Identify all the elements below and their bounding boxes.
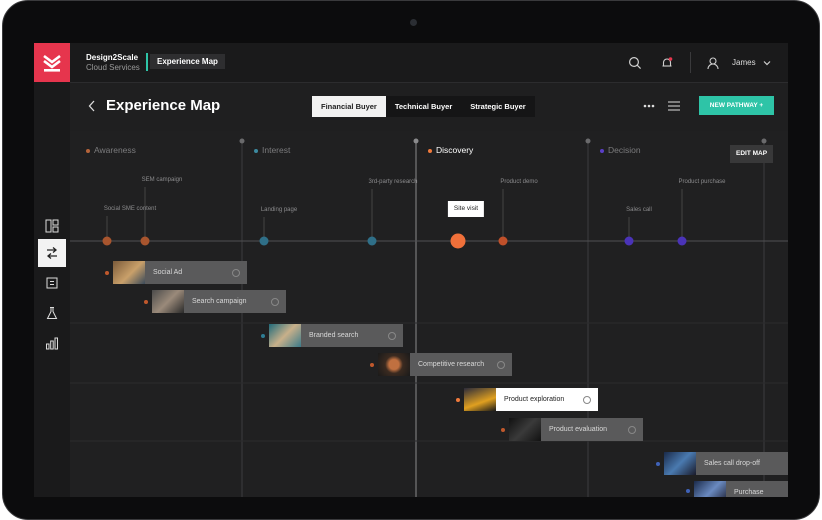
chevron-down-icon[interactable]: [762, 58, 772, 68]
card-dot: [144, 300, 148, 304]
touchpoint-node[interactable]: [102, 236, 112, 246]
back-icon[interactable]: [87, 99, 97, 113]
card-label: Social Ad: [153, 269, 183, 276]
brand-name: Design2Scale: [86, 53, 139, 62]
card-search-campaign[interactable]: Search campaign: [152, 290, 286, 313]
app-screen: Design2Scale Cloud Services Experience M…: [34, 43, 788, 497]
card-thumbnail: [269, 324, 301, 347]
touchpoint-node[interactable]: [498, 236, 508, 246]
card-label: Product evaluation: [549, 426, 607, 433]
camera-icon: [410, 19, 417, 26]
card-thumbnail: [152, 290, 184, 313]
user-icon[interactable]: [706, 56, 720, 70]
card-thumbnail: [464, 388, 496, 411]
touchpoint-node[interactable]: [677, 236, 687, 246]
brand-subtitle: Cloud Services: [86, 63, 140, 72]
list-view-icon[interactable]: [668, 101, 680, 111]
touchpoint-node-active[interactable]: [450, 233, 466, 249]
card-dot: [456, 398, 460, 402]
card-label: Product exploration: [504, 396, 565, 403]
card-thumbnail: [113, 261, 145, 284]
info-icon[interactable]: [232, 268, 240, 277]
card-thumbnail: [509, 418, 541, 441]
card-label: Purchase: [734, 489, 764, 496]
card-thumbnail: [378, 353, 410, 376]
card-label: Search campaign: [192, 298, 247, 305]
card-sales-call-drop-off[interactable]: Sales call drop-off: [664, 452, 788, 475]
card-social-ad[interactable]: Social Ad: [113, 261, 247, 284]
touchpoint-node[interactable]: [624, 236, 634, 246]
card-dot: [686, 489, 690, 493]
info-icon[interactable]: [271, 297, 279, 306]
card-branded-search[interactable]: Branded search: [269, 324, 403, 347]
card-dot: [261, 334, 265, 338]
page-title: Experience Map: [106, 97, 221, 114]
topbar-divider: [690, 52, 691, 73]
sidebar: [34, 82, 70, 497]
user-name[interactable]: James: [732, 58, 756, 67]
flask-icon[interactable]: [38, 299, 66, 327]
info-icon[interactable]: [388, 331, 396, 340]
more-icon[interactable]: [643, 104, 655, 108]
card-thumbnail: [694, 481, 726, 497]
card-product-evaluation[interactable]: Product evaluation: [509, 418, 643, 441]
bell-icon[interactable]: [660, 56, 674, 70]
card-label: Branded search: [309, 332, 359, 339]
tab-technical-buyer[interactable]: Technical Buyer: [386, 96, 461, 117]
info-icon[interactable]: [497, 360, 505, 369]
card-dot: [105, 271, 109, 275]
info-icon[interactable]: [628, 425, 636, 434]
frame-icon[interactable]: [38, 269, 66, 297]
touchpoint-node[interactable]: [259, 236, 269, 246]
breadcrumb[interactable]: Experience Map: [150, 54, 225, 69]
new-pathway-button[interactable]: NEW PATHWAY +: [699, 96, 774, 115]
logo-icon[interactable]: [34, 43, 70, 82]
search-icon[interactable]: [628, 56, 642, 70]
tab-financial-buyer[interactable]: Financial Buyer: [312, 96, 386, 117]
card-dot: [370, 363, 374, 367]
card-dot: [656, 462, 660, 466]
top-bar: Design2Scale Cloud Services Experience M…: [34, 43, 788, 83]
card-product-exploration[interactable]: Product exploration: [464, 388, 598, 411]
touchpoint-node[interactable]: [140, 236, 150, 246]
dashboard-icon[interactable]: [38, 212, 66, 240]
persona-tabs: Financial Buyer Technical Buyer Strategi…: [312, 96, 535, 117]
card-label: Sales call drop-off: [704, 460, 760, 467]
map-canvas: Awareness Interest Discovery Decision So…: [70, 131, 788, 497]
timeline-nodes: [102, 233, 687, 249]
card-competitive-research[interactable]: Competitive research: [378, 353, 512, 376]
breadcrumb-accent: [146, 53, 148, 71]
bar-chart-icon[interactable]: [38, 329, 66, 357]
card-dot: [501, 428, 505, 432]
pathways-icon[interactable]: [38, 239, 66, 267]
tab-strategic-buyer[interactable]: Strategic Buyer: [461, 96, 534, 117]
card-thumbnail: [664, 452, 696, 475]
card-purchase[interactable]: Purchase: [694, 481, 788, 497]
edit-map-button[interactable]: EDIT MAP: [730, 145, 774, 163]
info-icon[interactable]: [583, 395, 591, 404]
touchpoint-node[interactable]: [367, 236, 377, 246]
card-label: Competitive research: [418, 361, 485, 368]
brand: Design2Scale Cloud Services: [86, 53, 140, 73]
